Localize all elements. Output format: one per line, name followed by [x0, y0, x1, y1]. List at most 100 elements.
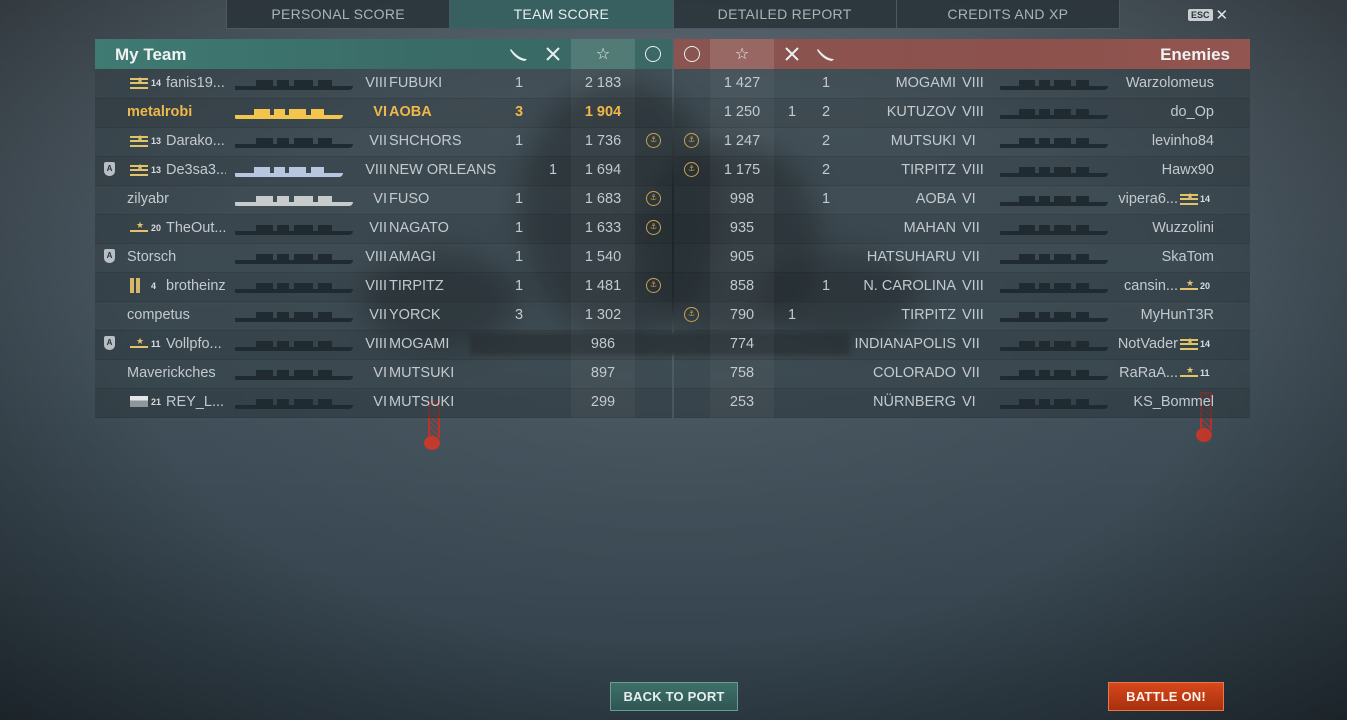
- player-score: 1 302: [584, 307, 622, 323]
- ship-name: MUTSUKI: [890, 133, 956, 149]
- ship-name: NÜRNBERG: [873, 394, 956, 410]
- team-player-row[interactable]: A ★ 13 De3sa3... VIII NEW ORLEANS 1 1 694: [95, 156, 672, 186]
- ship-silhouette-icon: [1000, 78, 1108, 90]
- ship-tier: VIII: [962, 278, 984, 294]
- player-name: De3sa3...: [166, 162, 226, 178]
- ship-silhouette-icon: [235, 194, 353, 206]
- enemies-header: ☆ Enemies: [674, 39, 1250, 69]
- medal-icon: ⚓: [646, 191, 661, 206]
- rank-stripes-icon: ★: [130, 163, 148, 177]
- ship-silhouette-icon: [235, 136, 353, 148]
- my-team-panel: My Team ☆ ★ 14 fanis19... VIII FUBUKI 1 2 183 m…: [95, 39, 672, 418]
- ship-tier: VIII: [962, 104, 984, 120]
- torpedo-kills: 1: [821, 191, 831, 207]
- ship-name: MUTSUKI: [389, 365, 455, 381]
- rank-pillar-icon: [130, 278, 142, 293]
- torpedo-kills: 3: [514, 307, 524, 323]
- ship-tier: VI: [373, 191, 387, 207]
- team-player-row[interactable]: Maverickches VI MUTSUKI 897: [95, 359, 672, 389]
- team-player-row[interactable]: competus VII YORCK 3 1 302: [95, 301, 672, 331]
- ship-name: TIRPITZ: [901, 162, 956, 178]
- ship-name: MUTSUKI: [389, 394, 455, 410]
- enemy-player-row[interactable]: 774 INDIANAPOLIS VII NotVader ★ 14: [674, 330, 1250, 360]
- ship-tier: VIII: [962, 307, 984, 323]
- enemy-player-row[interactable]: 998 1 AOBA VI vipera6... ★ 14: [674, 185, 1250, 215]
- torpedo-kills: 1: [514, 278, 524, 294]
- medal-icon: ⚓: [646, 220, 661, 235]
- enemy-player-row[interactable]: 253 NÜRNBERG VI KS_Bommel: [674, 388, 1250, 418]
- tab-credits-and-xp[interactable]: CREDITS AND XP: [897, 0, 1119, 28]
- ship-name: FUBUKI: [389, 75, 443, 91]
- player-score: 1 694: [584, 162, 622, 178]
- player-score: 998: [729, 191, 755, 207]
- ship-silhouette-icon: [1000, 165, 1108, 177]
- ship-silhouette-icon: [235, 252, 353, 264]
- player-name: Warzolomeus: [1125, 75, 1214, 91]
- enemy-player-row[interactable]: 1 250 1 2 KUTUZOV VIII do_Op: [674, 98, 1250, 128]
- rank-level: 14: [151, 78, 162, 88]
- team-player-row[interactable]: A ★ 11 Vollpfo... VIII MOGAMI 986: [95, 330, 672, 360]
- torpedo-kills: 1: [821, 75, 831, 91]
- rank-level: 21: [151, 397, 162, 407]
- plane-kills: 1: [787, 307, 797, 323]
- player-name: Wuzzolini: [1152, 220, 1214, 236]
- enemy-player-row[interactable]: 935 MAHAN VII Wuzzolini: [674, 214, 1250, 244]
- ship-tier: VII: [962, 249, 980, 265]
- torpedo-kills: 1: [514, 133, 524, 149]
- rank-stripes-icon: ★: [130, 134, 148, 148]
- rank-level: 20: [151, 223, 162, 233]
- team-player-row[interactable]: ★ 13 Darako... VII SHCHORS 1 1 736 ⚓: [95, 127, 672, 157]
- enemies-panel: ☆ Enemies 1 427 1 MOGAMI VIII Warzolomeus 1 2…: [674, 39, 1250, 418]
- enemy-player-row[interactable]: ⚓ 1 175 2 TIRPITZ VIII Hawx90: [674, 156, 1250, 186]
- team-player-row[interactable]: A Storsch VIII AMAGI 1 1 540: [95, 243, 672, 273]
- esc-key-badge: ESC: [1188, 9, 1213, 21]
- ship-name: MAHAN: [903, 220, 956, 236]
- enemy-player-row[interactable]: ⚓ 790 1 TIRPITZ VIII MyHunT3R: [674, 301, 1250, 331]
- ship-silhouette-icon: [1000, 252, 1108, 264]
- rank-star-icon: ★: [130, 337, 148, 351]
- plane-icon: [780, 39, 804, 69]
- team-player-row[interactable]: 21 REY_L... VI MUTSUKI 299: [95, 388, 672, 418]
- team-player-row[interactable]: zilyabr VI FUSO 1 1 683 ⚓: [95, 185, 672, 215]
- ship-silhouette-icon: [1000, 339, 1108, 351]
- ship-name: AOBA: [389, 104, 432, 120]
- team-player-row[interactable]: 4 brotheinz VIII TIRPITZ 1 1 481 ⚓: [95, 272, 672, 302]
- star-icon: ☆: [710, 39, 774, 69]
- enemy-player-row[interactable]: 858 1 N. CAROLINA VIII cansin... ★ 20: [674, 272, 1250, 302]
- team-player-row[interactable]: ★ 20 TheOut... VII NAGATO 1 1 633 ⚓: [95, 214, 672, 244]
- medal-icon: ⚓: [684, 307, 699, 322]
- ship-silhouette-icon: [1000, 107, 1108, 119]
- ship-tier: VII: [369, 133, 387, 149]
- tab-team-score[interactable]: TEAM SCORE: [450, 0, 674, 28]
- close-button[interactable]: ESC ✕: [1188, 6, 1228, 24]
- player-name: TheOut...: [166, 220, 226, 236]
- player-score: 1 250: [723, 104, 761, 120]
- close-icon[interactable]: ✕: [1216, 6, 1229, 24]
- team-player-row[interactable]: ★ 14 fanis19... VIII FUBUKI 1 2 183: [95, 69, 672, 99]
- torpedo-kills: 2: [821, 133, 831, 149]
- player-score: 1 904: [584, 104, 622, 120]
- team-player-row[interactable]: metalrobi VI AOBA 3 1 904: [95, 98, 672, 128]
- enemy-player-row[interactable]: 905 HATSUHARU VII SkaTom: [674, 243, 1250, 273]
- player-name: levinho84: [1151, 133, 1214, 149]
- ship-tier: VI: [373, 365, 387, 381]
- ship-tier: VI: [962, 133, 976, 149]
- ship-tier: VI: [962, 394, 976, 410]
- tab-detailed-report[interactable]: DETAILED REPORT: [674, 0, 897, 28]
- player-name: KS_Bommel: [1133, 394, 1214, 410]
- player-score: 1 540: [584, 249, 622, 265]
- battle-on-button[interactable]: BATTLE ON!: [1108, 682, 1224, 711]
- player-name: brotheinz: [166, 278, 226, 294]
- player-score: 897: [590, 365, 616, 381]
- ship-silhouette-icon: [1000, 223, 1108, 235]
- enemy-player-row[interactable]: ⚓ 1 247 2 MUTSUKI VI levinho84: [674, 127, 1250, 157]
- enemy-player-row[interactable]: 1 427 1 MOGAMI VIII Warzolomeus: [674, 69, 1250, 99]
- ship-tier: VIII: [365, 336, 387, 352]
- enemies-title: Enemies: [1160, 45, 1230, 64]
- tab-personal-score[interactable]: PERSONAL SCORE: [227, 0, 451, 28]
- ship-silhouette-icon: [1000, 281, 1108, 293]
- clan-badge-icon: A: [104, 162, 115, 176]
- enemy-player-row[interactable]: 758 COLORADO VII RaRaA... ★ 11: [674, 359, 1250, 389]
- back-to-port-button[interactable]: BACK TO PORT: [610, 682, 738, 711]
- player-name: Vollpfo...: [166, 336, 222, 352]
